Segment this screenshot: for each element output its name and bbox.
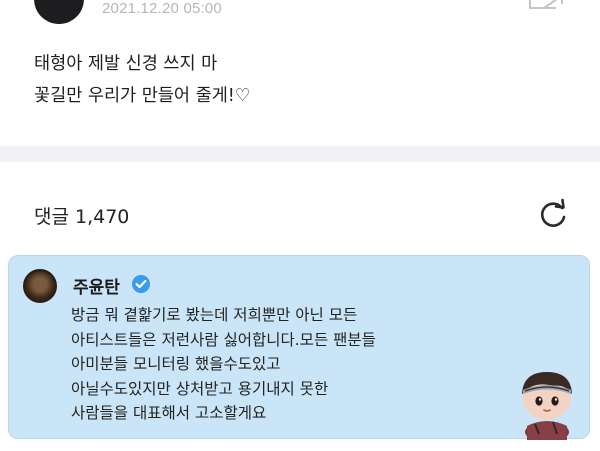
- author-avatar[interactable]: [34, 0, 84, 24]
- comment-line: 방금 뭐 곁핥기로 봤는데 저희뿐만 아닌 모든: [71, 306, 358, 324]
- post-header: 2021.12.20 05:00: [0, 0, 600, 30]
- highlighted-comment[interactable]: 주윤탄 방금 뭐 곁핥기로 봤는데 저희뿐만 아닌 모든 아티스트들은 저런사람…: [8, 255, 590, 440]
- comment-count: 댓글 1,470: [34, 206, 130, 228]
- comment-line: 아닐수도있지만 상처받고 용기내지 못한: [71, 379, 329, 398]
- post-line: 태형아 제발 신경 쓰지 마: [34, 54, 218, 74]
- comment-text: 방금 뭐 곁핥기로 봤는데 저희뿐만 아닌 모든 아티스트들은 저런사람 싫어합…: [71, 303, 376, 426]
- comment-line: 사람들을 대표해서 고소할게요: [71, 404, 267, 422]
- post-date: 2021.12.20 05:00: [102, 0, 222, 17]
- post-line: 꽃길만 우리가 만들어 줄게!♡: [34, 86, 251, 106]
- commenter-name[interactable]: 주윤탄: [73, 273, 120, 298]
- post-body: 태형아 제발 신경 쓰지 마 꽃길만 우리가 만들어 줄게!♡: [34, 48, 251, 112]
- commenter-avatar[interactable]: [23, 269, 57, 303]
- comments-header: 댓글 1,470: [0, 190, 600, 234]
- comment-line: 아미분들 모니터링 했을수도있고: [71, 355, 281, 373]
- comment-line: 아티스트들은 저런사람 싫어합니다.모든 팬분들: [71, 330, 376, 349]
- character-sticker: [522, 372, 572, 440]
- verified-icon: [132, 275, 150, 293]
- refresh-icon[interactable]: [536, 198, 570, 232]
- share-icon[interactable]: [526, 0, 566, 14]
- section-divider: [0, 146, 600, 162]
